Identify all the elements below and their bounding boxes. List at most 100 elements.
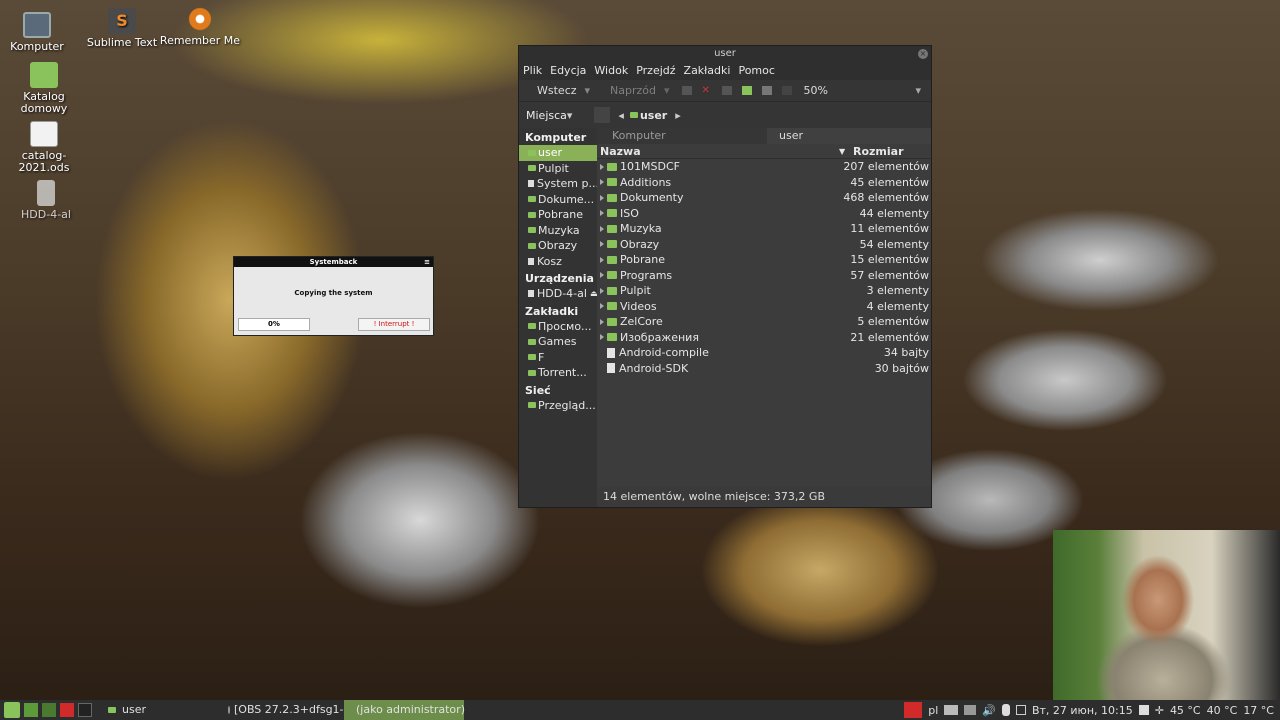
file-row[interactable]: Android-SDK 30 bajtów: [597, 361, 931, 377]
file-row[interactable]: Android-compile 34 bajty: [597, 345, 931, 361]
up-icon[interactable]: [681, 86, 692, 95]
file-row[interactable]: Obrazy 54 elementy: [597, 237, 931, 253]
expander-icon[interactable]: [600, 210, 604, 217]
sidebar-item-bookmark[interactable]: Просмо...: [519, 319, 597, 335]
file-row[interactable]: Pulpit 3 elementy: [597, 283, 931, 299]
sidebar-item-dokumenty[interactable]: Dokume...: [519, 192, 597, 208]
file-row[interactable]: Muzyka 11 elementów: [597, 221, 931, 237]
view-dropdown-icon[interactable]: ▾: [915, 84, 921, 97]
show-desktop-icon[interactable]: [24, 703, 38, 717]
forward-button[interactable]: Naprzód: [610, 84, 656, 97]
menu-edycja[interactable]: Edycja: [550, 62, 586, 80]
expander-icon[interactable]: [600, 287, 604, 294]
toggle-location-button[interactable]: [594, 107, 611, 123]
folder-icon: [108, 707, 116, 713]
stop-icon[interactable]: ✕: [702, 86, 712, 96]
reload-icon[interactable]: [721, 86, 732, 95]
column-name[interactable]: Nazwa: [597, 144, 839, 158]
desktop-icon-hdd[interactable]: HDD-4-al: [4, 180, 88, 221]
eject-icon[interactable]: ⏏: [590, 286, 597, 302]
tab-komputer[interactable]: Komputer: [597, 128, 767, 144]
desktop-icon-computer[interactable]: Komputer: [0, 12, 79, 53]
sidebar-item-label: Dokume...: [538, 192, 595, 206]
clock[interactable]: Вт, 27 июн, 10:15: [1032, 704, 1133, 717]
expander-icon[interactable]: [600, 272, 604, 279]
sidebar-item-user[interactable]: user: [519, 145, 597, 161]
tab-user[interactable]: user: [767, 128, 931, 144]
home-icon[interactable]: [741, 86, 752, 95]
sidebar-item-kosz[interactable]: Kosz: [519, 254, 597, 270]
file-row[interactable]: Pobrane 15 elementów: [597, 252, 931, 268]
microphone-icon[interactable]: [1001, 704, 1010, 716]
screen-icon[interactable]: [944, 705, 959, 715]
sidebar-item-system[interactable]: System p...: [519, 176, 597, 192]
close-icon[interactable]: ×: [918, 49, 928, 59]
sidebar-item-obrazy[interactable]: Obrazy: [519, 238, 597, 254]
places-button[interactable]: Miejsca: [526, 109, 567, 122]
desktop-icon-home[interactable]: Katalog domowy: [2, 62, 86, 115]
expander-icon[interactable]: [600, 303, 604, 310]
menu-zakladki[interactable]: Zakładki: [684, 62, 731, 80]
path-right-arrow-icon[interactable]: ▸: [675, 109, 681, 122]
desktop-icon-remember-me[interactable]: Remember Me: [158, 6, 242, 47]
forward-dropdown-icon[interactable]: ▾: [664, 84, 670, 97]
menu-pomoc[interactable]: Pomoc: [738, 62, 774, 80]
interrupt-button[interactable]: ! Interrupt !: [358, 318, 430, 331]
file-row[interactable]: ISO 44 elementy: [597, 206, 931, 222]
file-row[interactable]: Programs 57 elementów: [597, 268, 931, 284]
file-row[interactable]: Additions 45 elementów: [597, 175, 931, 191]
computer-icon[interactable]: [761, 86, 772, 95]
file-manager-launcher-icon[interactable]: [42, 703, 56, 717]
keyboard-layout[interactable]: pl: [928, 704, 938, 717]
vivaldi-icon[interactable]: [60, 703, 74, 717]
sort-descending-icon: ▼: [839, 147, 846, 156]
desktop-icon-catalog[interactable]: catalog-2021.ods: [2, 121, 86, 174]
outdoor-temp: 17 °C: [1243, 703, 1274, 717]
dialog-titlebar[interactable]: Systemback ≡: [234, 257, 433, 267]
column-size[interactable]: Rozmiar: [849, 144, 931, 158]
sidebar-item-games[interactable]: Games: [519, 334, 597, 350]
file-row[interactable]: Изображения 21 elementów: [597, 330, 931, 346]
expander-icon[interactable]: [600, 194, 604, 201]
taskbar-app-user[interactable]: user: [102, 700, 222, 720]
menu-plik[interactable]: Plik: [523, 62, 542, 80]
path-left-arrow-icon[interactable]: ◂: [618, 109, 624, 122]
sidebar-item-pobrane[interactable]: Pobrane: [519, 207, 597, 223]
sidebar-item-muzyka[interactable]: Muzyka: [519, 223, 597, 239]
file-row[interactable]: Videos 4 elementy: [597, 299, 931, 315]
start-menu-icon[interactable]: [4, 702, 20, 718]
notifications-icon[interactable]: [1015, 705, 1026, 715]
taskbar-app-obs[interactable]: [OBS 27.2.3+dfsg1-...: [222, 700, 354, 720]
expander-icon[interactable]: [600, 241, 604, 248]
file-row[interactable]: Dokumenty 468 elementów: [597, 190, 931, 206]
menu-icon[interactable]: ≡: [424, 257, 430, 267]
menu-widok[interactable]: Widok: [594, 62, 628, 80]
terminal-icon[interactable]: [78, 703, 92, 717]
sidebar-item-f[interactable]: F: [519, 350, 597, 366]
sidebar-item-torrent[interactable]: Torrent...: [519, 365, 597, 381]
network-icon[interactable]: [1138, 705, 1149, 715]
menu-przejdz[interactable]: Przejdź: [636, 62, 675, 80]
expander-icon[interactable]: [600, 163, 604, 170]
back-button[interactable]: Wstecz: [537, 84, 577, 97]
zoom-out-icon[interactable]: [781, 86, 792, 95]
expander-icon[interactable]: [600, 225, 604, 232]
window-titlebar[interactable]: user ×: [519, 46, 931, 62]
sidebar-item-browse-network[interactable]: Przegląd...: [519, 398, 597, 414]
file-row[interactable]: ZelCore 5 elementów: [597, 314, 931, 330]
expander-icon[interactable]: [600, 179, 604, 186]
sidebar-item-pulpit[interactable]: Pulpit: [519, 161, 597, 177]
anydesk-icon[interactable]: [904, 702, 923, 718]
taskbar-app-systemback[interactable]: (jako administrator): [344, 700, 465, 720]
crosshair-icon[interactable]: ✛: [1155, 704, 1164, 717]
expander-icon[interactable]: [600, 256, 604, 263]
sidebar-item-hdd[interactable]: HDD-4-al ⏏: [519, 286, 597, 302]
expander-icon[interactable]: [600, 318, 604, 325]
path-button-user[interactable]: user: [629, 109, 667, 122]
battery-icon[interactable]: [964, 705, 977, 715]
back-dropdown-icon[interactable]: ▾: [585, 84, 591, 97]
expander-icon[interactable]: [600, 334, 604, 341]
file-row[interactable]: 101MSDCF 207 elementów: [597, 159, 931, 175]
volume-icon[interactable]: 🔊: [982, 704, 996, 717]
desktop-icon-sublime[interactable]: S Sublime Text: [80, 8, 164, 49]
